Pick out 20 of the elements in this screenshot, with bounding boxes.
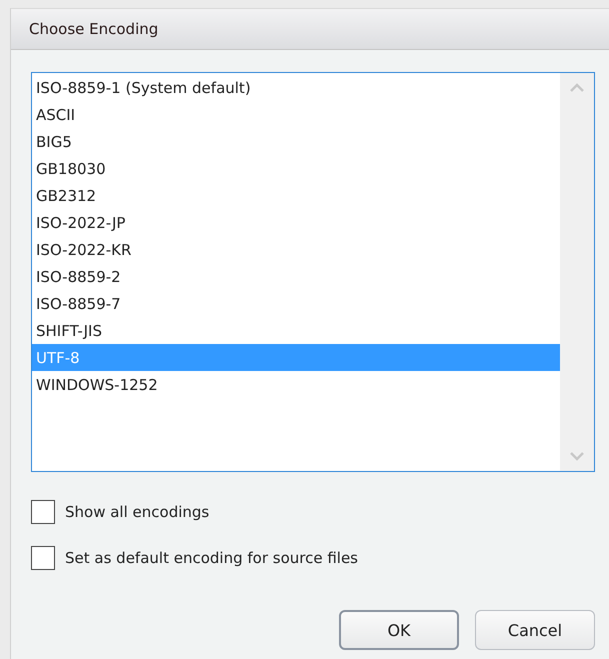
encoding-item[interactable]: ISO-8859-7 [32,290,560,317]
encoding-item[interactable]: BIG5 [32,128,560,155]
encoding-item[interactable]: ISO-8859-1 (System default) [32,74,560,101]
checkbox[interactable] [31,500,55,524]
encoding-item[interactable]: ASCII [32,101,560,128]
scrollbar[interactable] [560,73,594,471]
checkbox[interactable] [31,546,55,570]
checkbox-label: Show all encodings [65,503,210,521]
encoding-item[interactable]: ISO-8859-2 [32,263,560,290]
scroll-down-icon[interactable] [569,451,585,461]
scroll-up-icon[interactable] [569,83,585,93]
encoding-item[interactable]: GB18030 [32,155,560,182]
encoding-item[interactable]: ISO-2022-JP [32,209,560,236]
encoding-item[interactable]: GB2312 [32,182,560,209]
encoding-item[interactable]: SHIFT-JIS [32,317,560,344]
checkbox-label: Set as default encoding for source files [65,549,358,567]
encoding-item[interactable]: ISO-2022-KR [32,236,560,263]
encoding-item[interactable]: WINDOWS-1252 [32,371,560,398]
dialog-button[interactable]: Cancel [475,610,595,650]
dialog-button[interactable]: OK [339,610,459,650]
